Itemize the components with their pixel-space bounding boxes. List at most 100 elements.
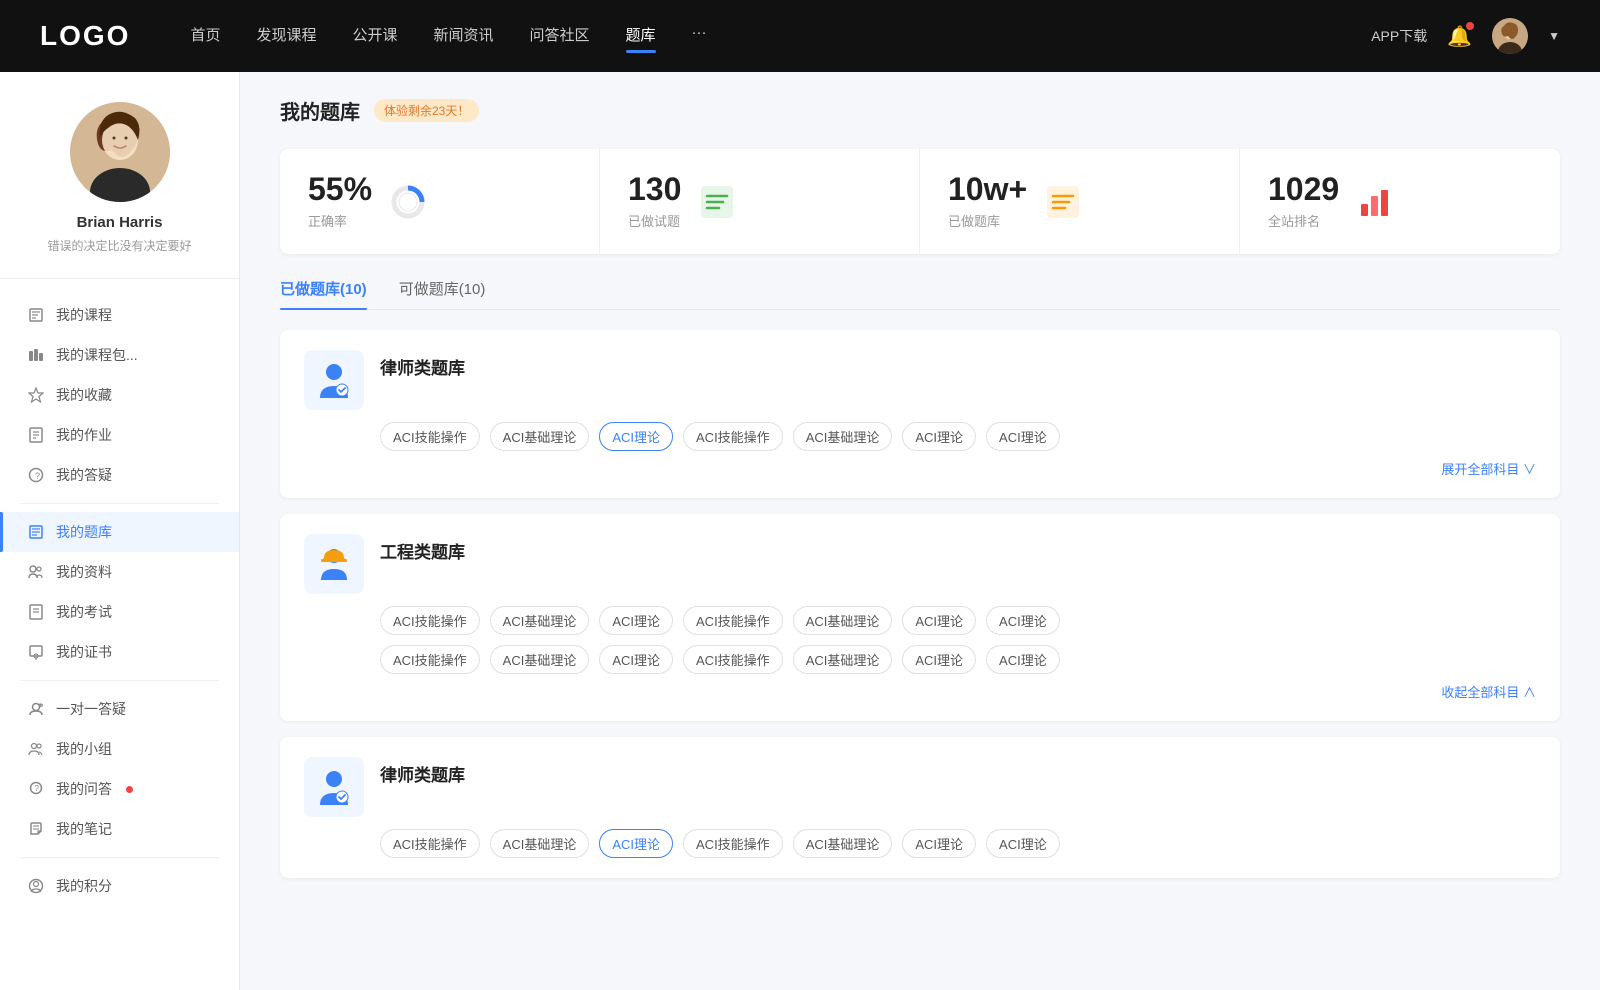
nav-links: 首页 发现课程 公开课 新闻资讯 问答社区 题库 ··· bbox=[190, 24, 1371, 49]
notification-bell[interactable]: 🔔 bbox=[1447, 24, 1472, 49]
tag-2-4[interactable]: ACI基础理论 bbox=[793, 606, 893, 635]
tag-3-5[interactable]: ACI理论 bbox=[902, 829, 976, 858]
nav-qa[interactable]: 问答社区 bbox=[530, 24, 590, 49]
nav-qbank[interactable]: 题库 bbox=[626, 24, 656, 49]
stats-row: 55% 正确率 130 已做试题 bbox=[280, 149, 1560, 254]
sidebar-item-my-exam[interactable]: 我的考试 bbox=[0, 592, 239, 632]
stat-banks-text: 10w+ 已做题库 bbox=[948, 173, 1027, 230]
sidebar-item-my-data[interactable]: 我的资料 bbox=[0, 552, 239, 592]
tag-2-3[interactable]: ACI技能操作 bbox=[683, 606, 783, 635]
nav-right: APP下载 🔔 ▼ bbox=[1371, 18, 1560, 54]
tag-1-4[interactable]: ACI基础理论 bbox=[793, 422, 893, 451]
sidebar-label-my-points: 我的积分 bbox=[56, 876, 112, 896]
tag-2-0[interactable]: ACI技能操作 bbox=[380, 606, 480, 635]
sidebar-divider-2 bbox=[20, 680, 219, 681]
tag-2r2-5[interactable]: ACI理论 bbox=[902, 645, 976, 674]
course-package-icon bbox=[28, 347, 44, 363]
sidebar-item-tutoring[interactable]: ? 一对一答疑 bbox=[0, 689, 239, 729]
nav-home[interactable]: 首页 bbox=[190, 24, 220, 49]
tag-3-6[interactable]: ACI理论 bbox=[986, 829, 1060, 858]
tag-1-3[interactable]: ACI技能操作 bbox=[683, 422, 783, 451]
sidebar-label-my-courses: 我的课程 bbox=[56, 305, 112, 325]
sidebar-item-my-qbank[interactable]: 我的题库 bbox=[0, 512, 239, 552]
sidebar-menu: 我的课程 我的课程包... 我的收藏 我的作业 bbox=[0, 279, 239, 922]
sidebar-item-my-group[interactable]: 我的小组 bbox=[0, 729, 239, 769]
tag-2r2-0[interactable]: ACI技能操作 bbox=[380, 645, 480, 674]
tab-done[interactable]: 已做题库(10) bbox=[280, 278, 367, 309]
sidebar-label-qa: 我的答疑 bbox=[56, 465, 112, 485]
qbank-card-engineer: 工程类题库 ACI技能操作 ACI基础理论 ACI理论 ACI技能操作 ACI基… bbox=[280, 514, 1560, 721]
sidebar-motto: 错误的决定比没有决定要好 bbox=[47, 237, 191, 254]
course-icon bbox=[28, 307, 44, 323]
tab-todo[interactable]: 可做题库(10) bbox=[399, 278, 486, 309]
tag-3-0[interactable]: ACI技能操作 bbox=[380, 829, 480, 858]
tag-2r2-6[interactable]: ACI理论 bbox=[986, 645, 1060, 674]
tag-3-4[interactable]: ACI基础理论 bbox=[793, 829, 893, 858]
tag-2-6[interactable]: ACI理论 bbox=[986, 606, 1060, 635]
stat-rank-text: 1029 全站排名 bbox=[1268, 173, 1339, 230]
nav-news[interactable]: 新闻资讯 bbox=[434, 24, 494, 49]
tag-1-6[interactable]: ACI理论 bbox=[986, 422, 1060, 451]
qbank-icon bbox=[28, 524, 44, 540]
tag-1-2[interactable]: ACI理论 bbox=[599, 422, 673, 451]
tag-2-2[interactable]: ACI理论 bbox=[599, 606, 673, 635]
sidebar-item-qa[interactable]: ? 我的答疑 bbox=[0, 455, 239, 495]
stat-questions-text: 130 已做试题 bbox=[628, 173, 681, 230]
svg-text:?: ? bbox=[35, 471, 40, 481]
expand-link-1[interactable]: 展开全部科目 ∨ bbox=[1441, 459, 1536, 478]
tag-2r2-3[interactable]: ACI技能操作 bbox=[683, 645, 783, 674]
nav-more[interactable]: ··· bbox=[692, 24, 707, 49]
qbank-tags-2-row2: ACI技能操作 ACI基础理论 ACI理论 ACI技能操作 ACI基础理论 AC… bbox=[380, 645, 1536, 674]
trial-badge: 体验剩余23天！ bbox=[374, 99, 479, 122]
stat-rank-value: 1029 bbox=[1268, 173, 1339, 205]
sidebar-item-my-cert[interactable]: 我的证书 bbox=[0, 632, 239, 672]
tag-3-2[interactable]: ACI理论 bbox=[599, 829, 673, 858]
tag-3-3[interactable]: ACI技能操作 bbox=[683, 829, 783, 858]
sidebar-item-homework[interactable]: 我的作业 bbox=[0, 415, 239, 455]
group-icon bbox=[28, 741, 44, 757]
stat-questions-label: 已做试题 bbox=[628, 211, 681, 230]
tag-2r2-2[interactable]: ACI理论 bbox=[599, 645, 673, 674]
bar-chart-icon bbox=[1355, 182, 1395, 222]
stat-questions-done: 130 已做试题 bbox=[600, 149, 920, 254]
nav-open-course[interactable]: 公开课 bbox=[352, 24, 397, 49]
sidebar-item-course-package[interactable]: 我的课程包... bbox=[0, 335, 239, 375]
sidebar-label-homework: 我的作业 bbox=[56, 425, 112, 445]
sidebar-label-my-exam: 我的考试 bbox=[56, 602, 112, 622]
sidebar: Brian Harris 错误的决定比没有决定要好 我的课程 我的课程包... bbox=[0, 72, 240, 990]
tag-2r2-4[interactable]: ACI基础理论 bbox=[793, 645, 893, 674]
notes-icon bbox=[28, 821, 44, 837]
sidebar-label-my-qbank: 我的题库 bbox=[56, 522, 112, 542]
sidebar-item-my-notes[interactable]: 我的笔记 bbox=[0, 809, 239, 849]
tag-1-1[interactable]: ACI基础理论 bbox=[490, 422, 590, 451]
qbank-title-3: 律师类题库 bbox=[380, 757, 465, 786]
stat-banks-value: 10w+ bbox=[948, 173, 1027, 205]
avatar[interactable] bbox=[1492, 18, 1528, 54]
sidebar-item-my-questions[interactable]: ? 我的问答 bbox=[0, 769, 239, 809]
qbank-card-header-1: 律师类题库 bbox=[304, 350, 1536, 410]
tag-1-5[interactable]: ACI理论 bbox=[902, 422, 976, 451]
sidebar-item-my-courses[interactable]: 我的课程 bbox=[0, 295, 239, 335]
nav-discover[interactable]: 发现课程 bbox=[256, 24, 316, 49]
tag-3-1[interactable]: ACI基础理论 bbox=[490, 829, 590, 858]
app-download-link[interactable]: APP下载 bbox=[1371, 26, 1427, 46]
sidebar-user-name: Brian Harris bbox=[77, 214, 163, 231]
tag-2-1[interactable]: ACI基础理论 bbox=[490, 606, 590, 635]
tag-2-5[interactable]: ACI理论 bbox=[902, 606, 976, 635]
sidebar-label-my-questions: 我的问答 bbox=[56, 779, 112, 799]
tag-1-0[interactable]: ACI技能操作 bbox=[380, 422, 480, 451]
exam-icon bbox=[28, 604, 44, 620]
sidebar-divider-1 bbox=[20, 503, 219, 504]
sidebar-item-my-points[interactable]: 我的积分 bbox=[0, 866, 239, 906]
tag-2r2-1[interactable]: ACI基础理论 bbox=[490, 645, 590, 674]
qa-icon: ? bbox=[28, 467, 44, 483]
user-dropdown-arrow[interactable]: ▼ bbox=[1548, 29, 1560, 43]
cert-icon bbox=[28, 644, 44, 660]
svg-text:?: ? bbox=[35, 784, 40, 793]
sidebar-item-favorites[interactable]: 我的收藏 bbox=[0, 375, 239, 415]
stat-banks-label: 已做题库 bbox=[948, 211, 1027, 230]
sidebar-label-tutoring: 一对一答疑 bbox=[56, 699, 126, 719]
collapse-link-2[interactable]: 收起全部科目 ∧ bbox=[1441, 682, 1536, 701]
logo: LOGO bbox=[40, 20, 130, 52]
navbar: LOGO 首页 发现课程 公开课 新闻资讯 问答社区 题库 ··· APP下载 … bbox=[0, 0, 1600, 72]
